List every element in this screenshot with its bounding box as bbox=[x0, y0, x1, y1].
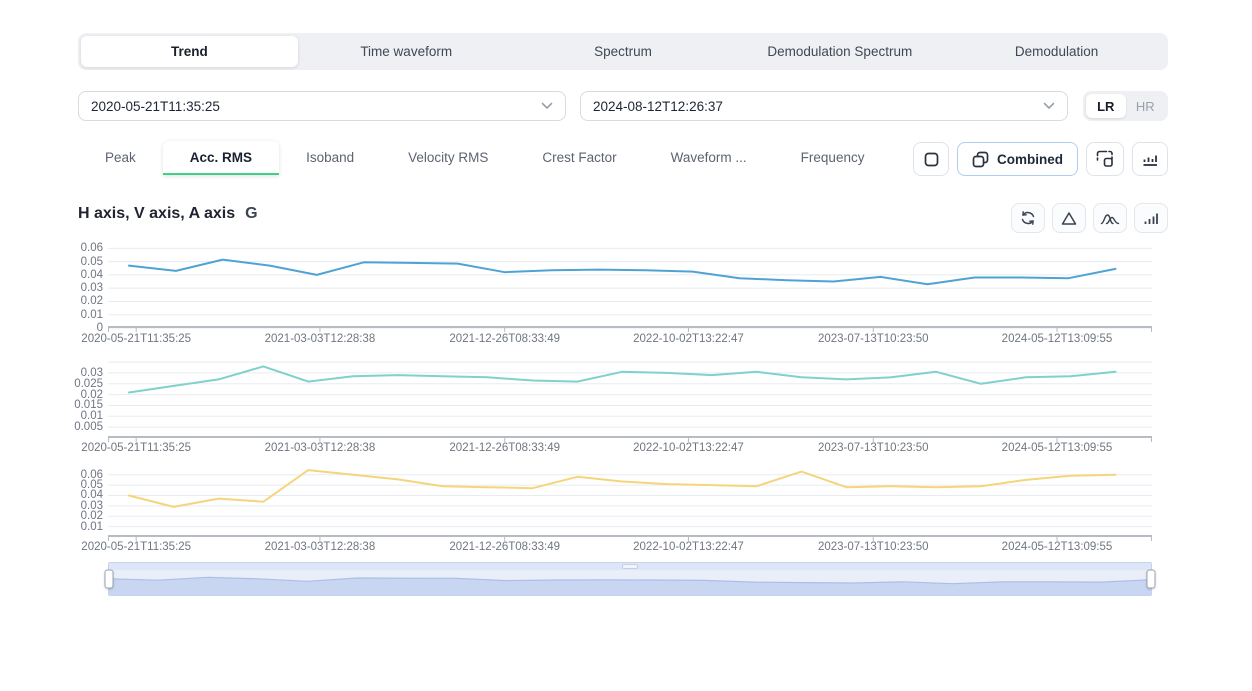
tab-acc-rms[interactable]: Acc. RMS bbox=[163, 141, 279, 175]
end-datetime-value: 2024-08-12T12:26:37 bbox=[593, 99, 723, 114]
x-axis-tick-label: 2020-05-21T11:35:25 bbox=[81, 541, 191, 553]
tab-isoband[interactable]: Isoband bbox=[279, 141, 381, 175]
x-axis-tick-label: 2023-07-13T10:23:50 bbox=[818, 333, 929, 345]
view-tab-bar: Trend Time waveform Spectrum Demodulatio… bbox=[78, 33, 1168, 70]
square-icon bbox=[924, 152, 939, 167]
single-view-button[interactable] bbox=[913, 142, 949, 176]
tab-demodulation[interactable]: Demodulation bbox=[948, 36, 1165, 67]
tab-time-waveform[interactable]: Time waveform bbox=[298, 36, 515, 67]
toggle-lr-button[interactable]: LR bbox=[1086, 94, 1126, 118]
distribution-curves-icon bbox=[1100, 211, 1120, 226]
a-axis-y-labels: 0.060.050.040.030.020.01 bbox=[52, 468, 103, 537]
x-axis-tick-label: 2020-05-21T11:35:25 bbox=[81, 442, 191, 454]
split-squares-icon bbox=[1096, 150, 1114, 168]
h-axis-y-labels: 0.060.050.040.030.020.010 bbox=[52, 243, 103, 328]
chevron-down-icon bbox=[541, 102, 553, 110]
range-slider-overview-chart bbox=[109, 570, 1151, 595]
x-axis-tick-label: 2022-10-02T13:22:47 bbox=[633, 442, 744, 454]
x-axis-tick-label: 2022-10-02T13:22:47 bbox=[633, 541, 744, 553]
start-datetime-select[interactable]: 2020-05-21T11:35:25 bbox=[78, 91, 566, 121]
range-slider-right-handle[interactable] bbox=[1147, 570, 1156, 589]
threshold-button[interactable] bbox=[1052, 203, 1086, 233]
a-axis-x-labels: 2020-05-21T11:35:252021-03-03T12:28:3820… bbox=[108, 541, 1152, 555]
signal-bars-icon bbox=[1143, 211, 1159, 226]
refresh-button[interactable] bbox=[1011, 203, 1045, 233]
tab-velocity-rms[interactable]: Velocity RMS bbox=[381, 141, 515, 175]
histogram-view-button[interactable] bbox=[1132, 142, 1168, 176]
x-axis-tick-label: 2024-05-12T13:09:55 bbox=[1002, 333, 1113, 345]
tab-peak[interactable]: Peak bbox=[78, 141, 163, 175]
bars-button[interactable] bbox=[1134, 203, 1168, 233]
a-axis-trend-chart bbox=[108, 468, 1152, 543]
h-axis-trend-chart bbox=[108, 243, 1152, 334]
refresh-icon bbox=[1020, 210, 1036, 226]
combined-button-label: Combined bbox=[997, 152, 1063, 167]
y-axis-tick-label: 0.06 bbox=[81, 242, 103, 254]
y-axis-tick-label: 0.05 bbox=[81, 256, 103, 268]
chart-action-toolbar bbox=[1011, 203, 1168, 233]
x-axis-tick-label: 2021-12-26T08:33:49 bbox=[449, 333, 560, 345]
v-axis-x-labels: 2020-05-21T11:35:252021-03-03T12:28:3820… bbox=[108, 442, 1152, 456]
x-axis-tick-label: 2024-05-12T13:09:55 bbox=[1002, 442, 1113, 454]
bar-chart-underline-icon bbox=[1142, 151, 1158, 167]
tab-spectrum[interactable]: Spectrum bbox=[515, 36, 732, 67]
trend-analysis-page: Trend Time waveform Spectrum Demodulatio… bbox=[0, 0, 1252, 691]
x-axis-tick-label: 2023-07-13T10:23:50 bbox=[818, 442, 929, 454]
range-slider-left-handle[interactable] bbox=[105, 570, 114, 589]
x-axis-tick-label: 2021-03-03T12:28:38 bbox=[265, 541, 376, 553]
tab-frequency[interactable]: Frequency bbox=[774, 141, 892, 175]
x-axis-tick-label: 2023-07-13T10:23:50 bbox=[818, 541, 929, 553]
triangle-icon bbox=[1061, 211, 1077, 226]
x-axis-tick-label: 2022-10-02T13:22:47 bbox=[633, 333, 744, 345]
chart-unit-label: G bbox=[245, 205, 257, 222]
range-slider-grip[interactable] bbox=[622, 564, 638, 569]
x-axis-tick-label: 2021-03-03T12:28:38 bbox=[265, 333, 376, 345]
tab-crest-factor[interactable]: Crest Factor bbox=[515, 141, 643, 175]
y-axis-tick-label: 0.005 bbox=[74, 421, 103, 433]
x-axis-tick-label: 2021-12-26T08:33:49 bbox=[449, 442, 560, 454]
y-axis-tick-label: 0.02 bbox=[81, 295, 103, 307]
end-datetime-select[interactable]: 2024-08-12T12:26:37 bbox=[580, 91, 1068, 121]
chart-mode-toolbar: Combined bbox=[913, 142, 1168, 176]
y-axis-tick-label: 0.04 bbox=[81, 269, 103, 281]
tab-demodulation-spectrum[interactable]: Demodulation Spectrum bbox=[731, 36, 948, 67]
layers-icon bbox=[972, 151, 989, 168]
combined-view-button[interactable]: Combined bbox=[957, 142, 1078, 176]
x-axis-tick-label: 2021-03-03T12:28:38 bbox=[265, 442, 376, 454]
h-axis-x-labels: 2020-05-21T11:35:252021-03-03T12:28:3820… bbox=[108, 333, 1152, 347]
v-axis-y-labels: 0.030.0250.020.0150.010.005 bbox=[52, 361, 103, 438]
chart-title-text: H axis, V axis, A axis bbox=[78, 205, 235, 222]
split-view-button[interactable] bbox=[1086, 142, 1124, 176]
x-axis-tick-label: 2021-12-26T08:33:49 bbox=[449, 541, 560, 553]
tab-trend[interactable]: Trend bbox=[81, 36, 298, 67]
y-axis-tick-label: 0.01 bbox=[81, 309, 103, 321]
y-axis-tick-label: 0.03 bbox=[81, 282, 103, 294]
resolution-toggle: LR HR bbox=[1083, 91, 1168, 121]
tab-waveform[interactable]: Waveform ... bbox=[644, 141, 774, 175]
x-axis-tick-label: 2024-05-12T13:09:55 bbox=[1002, 541, 1113, 553]
distribution-button[interactable] bbox=[1093, 203, 1127, 233]
start-datetime-value: 2020-05-21T11:35:25 bbox=[91, 99, 220, 114]
y-axis-tick-label: 0.01 bbox=[81, 521, 103, 533]
metric-tab-bar: Peak Acc. RMS Isoband Velocity RMS Crest… bbox=[78, 140, 891, 176]
v-axis-trend-chart bbox=[108, 361, 1152, 444]
x-axis-tick-label: 2020-05-21T11:35:25 bbox=[81, 333, 191, 345]
range-slider-move-bar[interactable] bbox=[109, 563, 1151, 570]
chart-title: H axis, V axis, A axis G bbox=[78, 205, 258, 223]
time-range-slider[interactable] bbox=[108, 562, 1152, 596]
chevron-down-icon bbox=[1043, 102, 1055, 110]
toggle-hr-button[interactable]: HR bbox=[1126, 94, 1166, 118]
